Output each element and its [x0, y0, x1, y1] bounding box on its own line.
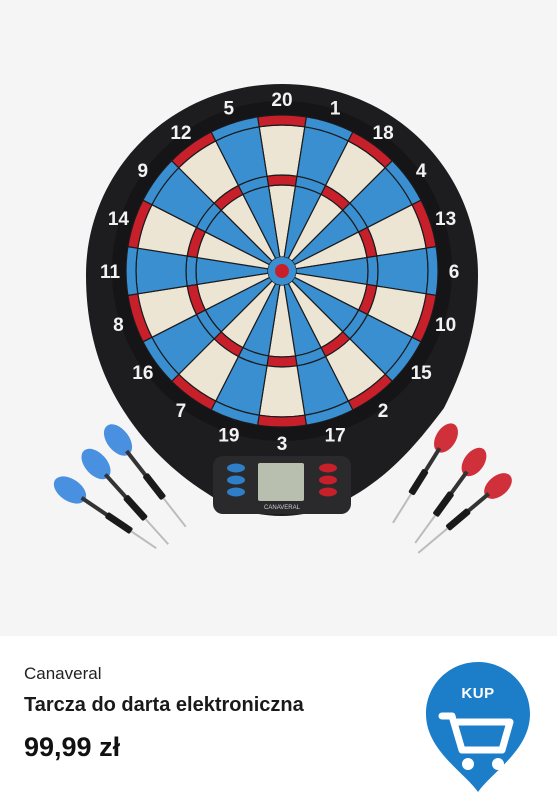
- board-number: 12: [170, 123, 191, 144]
- product-info: Canaveral Tarcza do darta elektroniczna …: [0, 636, 557, 800]
- board-number: 3: [277, 434, 288, 455]
- board-segment: [125, 245, 139, 297]
- board-number: 1: [330, 98, 341, 119]
- board-number: 11: [100, 262, 121, 283]
- product-brand: Canaveral: [24, 664, 102, 683]
- board-number: 16: [132, 363, 153, 384]
- score-display: CANAVERAL: [213, 456, 351, 514]
- board-number: 20: [271, 90, 292, 111]
- board-number: 5: [224, 98, 235, 119]
- board-number: 8: [113, 315, 124, 336]
- board-segment: [256, 114, 308, 128]
- board-number: 13: [435, 209, 456, 230]
- lcd-screen: [258, 463, 304, 501]
- board-segment: [425, 245, 439, 297]
- board-segment: [266, 174, 298, 187]
- board-segment: [256, 414, 308, 428]
- product-price: 99,99 zł: [24, 732, 121, 762]
- board-number: 17: [325, 426, 346, 447]
- board-segment: [366, 255, 379, 287]
- display-brand-label: CANAVERAL: [264, 505, 301, 511]
- board-segments: [125, 114, 439, 428]
- board-number: 4: [416, 161, 427, 182]
- product-title[interactable]: Tarcza do darta elektroniczna: [24, 694, 304, 717]
- board-number: 10: [435, 315, 456, 336]
- buy-button[interactable]: KUP: [420, 658, 536, 798]
- board-number: 19: [218, 426, 239, 447]
- board-segment: [266, 355, 298, 368]
- board-number: 2: [378, 401, 389, 422]
- board-segment: [185, 255, 198, 287]
- bullseye: [275, 264, 289, 278]
- board-number: 15: [411, 363, 433, 384]
- dartboard-illustration: 20 1 18 4 13 6 10 15 2 17 3 19 7 16 8 11 14 9 12 5 CANAVERA…: [53, 84, 512, 554]
- board-number: 14: [108, 209, 130, 230]
- product-image[interactable]: 20 1 18 4 13 6 10 15 2 17 3 19 7 16 8 11 14 9 12 5 CANAVERA…: [0, 0, 557, 636]
- board-number: 6: [449, 262, 460, 283]
- board-number: 9: [138, 161, 149, 182]
- board-number: 18: [373, 123, 394, 144]
- board-number: 7: [176, 401, 187, 422]
- location-pin-badge: [426, 662, 530, 792]
